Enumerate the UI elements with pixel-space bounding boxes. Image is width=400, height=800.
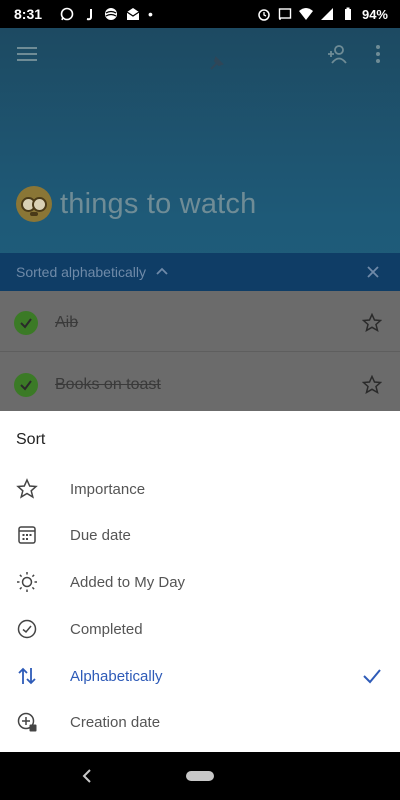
status-right: 94% bbox=[257, 7, 388, 22]
sync-globe-icon bbox=[105, 8, 118, 20]
app-toolbar bbox=[0, 28, 400, 82]
star-icon[interactable] bbox=[362, 375, 382, 395]
task-completed-checkbox[interactable] bbox=[14, 373, 38, 397]
calendar-icon bbox=[18, 526, 36, 544]
star-icon[interactable] bbox=[362, 313, 382, 333]
sort-option-label: Creation date bbox=[70, 713, 161, 731]
sort-option-importance[interactable]: Importance bbox=[0, 466, 400, 512]
mail-icon bbox=[126, 8, 140, 20]
close-icon[interactable] bbox=[366, 265, 380, 279]
battery-icon bbox=[344, 7, 351, 20]
list-title[interactable]: things to watch bbox=[60, 188, 256, 221]
add-person-icon[interactable] bbox=[326, 42, 350, 66]
status-dot: • bbox=[148, 6, 153, 22]
back-icon[interactable] bbox=[80, 768, 94, 784]
task-row[interactable]: Books on toast bbox=[0, 357, 400, 411]
sort-indicator-bar[interactable]: Sorted alphabetically bbox=[0, 253, 400, 291]
selected-check-icon bbox=[363, 669, 381, 684]
sort-option-due-date[interactable]: Due date bbox=[0, 512, 400, 558]
sheet-title: Sort bbox=[16, 431, 46, 448]
status-bar: 8:31 • 94% bbox=[0, 0, 400, 28]
task-list: Aib Books on toast bbox=[0, 291, 400, 411]
sort-option-creation-date[interactable]: Creation date bbox=[0, 699, 400, 745]
calendar-plus-icon bbox=[17, 712, 37, 732]
hamburger-menu-icon[interactable] bbox=[16, 44, 38, 64]
status-time: 8:31 bbox=[14, 6, 43, 22]
sort-option-completed[interactable]: Completed bbox=[0, 606, 400, 652]
alarm-icon bbox=[258, 9, 270, 21]
sort-option-label: Importance bbox=[70, 480, 146, 498]
task-completed-checkbox[interactable] bbox=[14, 311, 38, 335]
sort-option-added-to-my-day[interactable]: Added to My Day bbox=[0, 559, 400, 605]
status-left: 8:31 • bbox=[14, 6, 257, 22]
task-row[interactable]: Aib bbox=[0, 295, 400, 351]
sort-indicator-label: Sorted alphabetically bbox=[16, 264, 146, 280]
chevron-up-icon[interactable] bbox=[156, 266, 168, 278]
whatsapp-icon bbox=[60, 7, 74, 21]
sun-icon bbox=[17, 572, 37, 592]
cast-icon bbox=[278, 8, 292, 20]
task-title: Books on toast bbox=[55, 376, 161, 393]
sort-bottom-sheet: Sort Importance Due date Added to My Day… bbox=[0, 411, 400, 752]
flushed-face-icon bbox=[16, 186, 52, 222]
pin-icon bbox=[210, 56, 224, 70]
sort-option-label: Completed bbox=[70, 620, 143, 638]
battery-percent: 94% bbox=[361, 6, 388, 22]
sort-option-label: Added to My Day bbox=[70, 573, 186, 591]
wifi-icon bbox=[298, 8, 313, 20]
more-options-icon[interactable] bbox=[368, 42, 388, 66]
sort-option-label: Due date bbox=[70, 526, 131, 544]
signal-icon bbox=[320, 8, 333, 20]
task-title: Aib bbox=[55, 314, 79, 331]
list-title-row: things to watch bbox=[16, 186, 256, 222]
sort-option-alphabetically[interactable]: Alphabetically bbox=[0, 653, 400, 699]
check-circle-icon bbox=[17, 619, 37, 639]
check-icon bbox=[20, 380, 32, 391]
sort-arrows-icon bbox=[18, 667, 36, 685]
check-icon bbox=[20, 318, 32, 329]
star-icon bbox=[16, 478, 38, 499]
task-divider bbox=[0, 351, 400, 352]
list-view: things to watch Sorted alphabetically Ai… bbox=[0, 28, 400, 411]
system-navigation-bar bbox=[0, 752, 400, 800]
home-pill[interactable] bbox=[186, 771, 214, 781]
sort-option-label: Alphabetically bbox=[70, 667, 163, 685]
j-app-icon bbox=[86, 9, 93, 21]
